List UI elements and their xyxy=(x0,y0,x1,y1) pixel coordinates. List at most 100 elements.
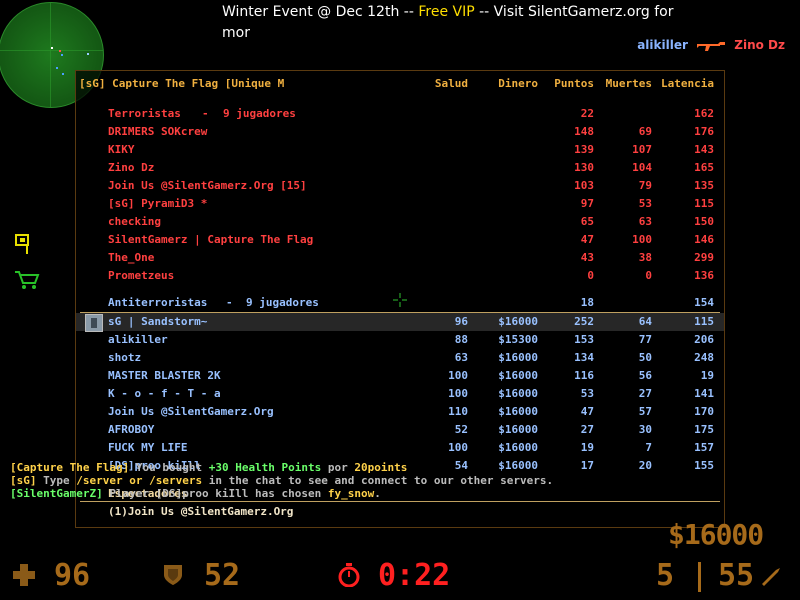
player-row: checking 65 63 150 xyxy=(76,213,724,231)
player-points: 0 xyxy=(587,269,594,282)
chat-tag: [Capture The Flag] xyxy=(10,461,130,474)
player-latency: 135 xyxy=(694,179,714,192)
player-points: 47 xyxy=(580,405,594,418)
spectator-name: (1)Join Us @SilentGamerz.Org xyxy=(108,505,294,518)
team-player-count: 9 jugadores xyxy=(246,296,319,309)
team-latency: 162 xyxy=(694,107,714,120)
player-health: 63 xyxy=(454,351,468,364)
player-row: SilentGamerz | Capture The Flag 47 100 146 xyxy=(76,231,724,249)
chat-line: [SilentGamerZ] Player [DS]proo kiIll has… xyxy=(10,487,553,500)
player-name: Join Us @SilentGamerz.Org [15] xyxy=(108,179,307,192)
player-health: 52 xyxy=(454,423,468,436)
player-points: 27 xyxy=(580,423,594,436)
chat-tag: [SilentGamerZ] xyxy=(10,487,103,500)
team-points: 22 xyxy=(580,107,594,120)
player-deaths: 69 xyxy=(638,125,652,138)
announcement-suffix: -- Visit SilentGamerz.org for xyxy=(474,4,674,20)
player-points: 116 xyxy=(574,369,594,382)
ammo-clip: 5 xyxy=(656,558,675,593)
player-deaths: 20 xyxy=(638,459,652,472)
chat-line: [Capture The Flag] You bought +30 Health… xyxy=(10,461,553,474)
player-health: 88 xyxy=(454,333,468,346)
spectator-entry: (1)Join Us @SilentGamerz.Org xyxy=(76,503,724,521)
announcement-highlight: Free VIP xyxy=(418,4,475,20)
player-name: checking xyxy=(108,215,161,228)
ammo-divider xyxy=(698,562,701,592)
player-latency: 19 xyxy=(700,369,714,382)
chat-text: You bought xyxy=(129,461,209,474)
chat-text: /server or /servers xyxy=(76,474,203,487)
player-money: $15300 xyxy=(498,333,538,346)
team-header-terrorists: Terroristas - 9 jugadores 22 162 xyxy=(76,105,724,123)
radar-dot xyxy=(61,54,63,56)
chat-text: 20points xyxy=(354,461,408,474)
chat-text: por xyxy=(321,461,355,474)
player-deaths: 107 xyxy=(632,143,652,156)
player-points: 252 xyxy=(574,315,594,328)
radar-dot xyxy=(51,47,53,49)
column-header-points: Puntos xyxy=(554,77,594,90)
player-health: 100 xyxy=(448,369,468,382)
player-latency: 206 xyxy=(694,333,714,346)
stopwatch-icon xyxy=(338,563,360,587)
team-dash: - xyxy=(226,296,233,309)
radar-dot xyxy=(59,50,61,52)
player-row: The_One 43 38 299 xyxy=(76,249,724,267)
flag-icon xyxy=(15,234,29,254)
team-player-count: 9 jugadores xyxy=(223,107,296,120)
crosshair-icon xyxy=(393,293,407,307)
player-latency: 157 xyxy=(694,441,714,454)
bullet-icon xyxy=(762,568,780,586)
player-name: DRIMERS SOKcrew xyxy=(108,125,208,138)
team-latency: 154 xyxy=(694,296,714,309)
player-points: 134 xyxy=(574,351,594,364)
column-header-health: Salud xyxy=(434,77,468,90)
player-deaths: 38 xyxy=(638,251,652,264)
player-money: $16000 xyxy=(498,387,538,400)
column-header-deaths: Muertes xyxy=(605,77,652,90)
player-name: [sG] PyramiD3 * xyxy=(108,197,208,210)
column-header-money: Dinero xyxy=(498,77,538,90)
player-latency: 150 xyxy=(694,215,714,228)
chat-tag: [sG] xyxy=(10,474,37,487)
health-value: 96 xyxy=(54,558,91,593)
kill-feed: alikiller Zino Dz xyxy=(637,38,785,52)
shopping-cart-icon xyxy=(15,271,40,289)
player-name: MASTER BLASTER 2K xyxy=(108,369,221,382)
player-points: 130 xyxy=(574,161,594,174)
player-health: 100 xyxy=(448,387,468,400)
announcement-prefix: Winter Event @ Dec 12th -- xyxy=(222,4,419,20)
player-name: SilentGamerz | Capture The Flag xyxy=(108,233,314,246)
player-points: 53 xyxy=(580,387,594,400)
player-row: AFROBOY 52 $16000 27 30 175 xyxy=(76,421,724,439)
player-money: $16000 xyxy=(498,423,538,436)
player-money: $16000 xyxy=(498,405,538,418)
player-health: 110 xyxy=(448,405,468,418)
player-name: Zino Dz xyxy=(108,161,155,174)
cross-icon xyxy=(13,564,35,586)
player-money: $16000 xyxy=(498,315,538,328)
player-row: DRIMERS SOKcrew 148 69 176 xyxy=(76,123,724,141)
player-row: [sG] PyramiD3 * 97 53 115 xyxy=(76,195,724,213)
scoreboard-header: [sG] Capture The Flag [Unique M Salud Di… xyxy=(76,75,724,93)
player-deaths: 53 xyxy=(638,197,652,210)
player-points: 153 xyxy=(574,333,594,346)
radar-dot xyxy=(87,53,89,55)
player-name: FUCK MY LIFE xyxy=(108,441,188,454)
chat-text: +30 Health Points xyxy=(208,461,322,474)
player-points: 65 xyxy=(580,215,594,228)
player-points: 103 xyxy=(574,179,594,192)
player-money: $16000 xyxy=(498,351,538,364)
radar-crosshair-vertical xyxy=(50,3,51,107)
team-label: Terroristas xyxy=(108,107,181,120)
player-deaths: 77 xyxy=(638,333,652,346)
chat-log: [Capture The Flag] You bought +30 Health… xyxy=(10,461,553,500)
chat-text: Player [DS]proo kiIll has chosen xyxy=(102,487,328,500)
player-row: Join Us @SilentGamerz.Org [15] 103 79 135 xyxy=(76,177,724,195)
player-points: 19 xyxy=(580,441,594,454)
announcement-line2: mor xyxy=(222,25,250,41)
ammo-reserve: 55 xyxy=(718,558,755,593)
player-deaths: 56 xyxy=(638,369,652,382)
player-points: 43 xyxy=(580,251,594,264)
player-latency: 136 xyxy=(694,269,714,282)
